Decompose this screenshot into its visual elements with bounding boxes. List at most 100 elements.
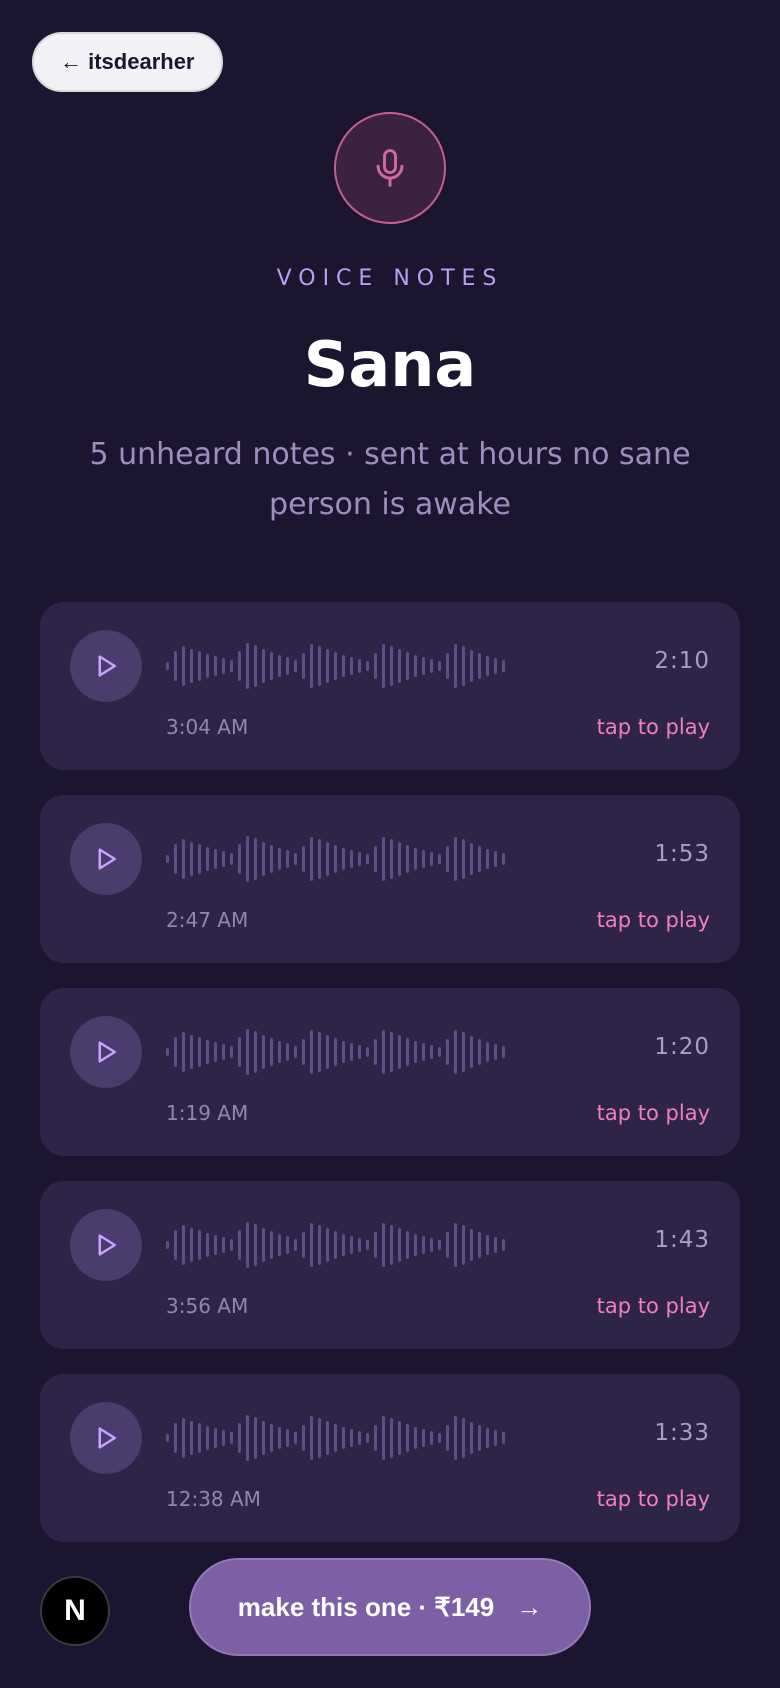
waveform-bar bbox=[246, 836, 249, 882]
waveform-bar bbox=[350, 1043, 353, 1061]
waveform-bar bbox=[502, 853, 505, 865]
waveform-bar bbox=[262, 842, 265, 876]
waveform-bar bbox=[390, 1418, 393, 1458]
waveform-bar bbox=[222, 1430, 225, 1446]
waveform-bar bbox=[190, 1421, 193, 1455]
waveform-bar bbox=[230, 1239, 233, 1251]
note-timestamp: 3:04 AM bbox=[166, 715, 249, 739]
back-button[interactable]: ← itsdearher bbox=[32, 32, 223, 92]
voice-note-card[interactable]: 1:53 2:47 AM tap to play bbox=[40, 795, 740, 963]
play-icon bbox=[98, 1041, 116, 1063]
waveform-bar bbox=[214, 1428, 217, 1448]
waveform-bar bbox=[446, 653, 449, 679]
waveform-bar bbox=[358, 852, 361, 866]
waveform-bar bbox=[278, 1427, 281, 1449]
waveform-bar bbox=[174, 1423, 177, 1453]
waveform-bar bbox=[182, 1418, 185, 1458]
waveform-bar bbox=[310, 644, 313, 688]
waveform-bar bbox=[222, 1044, 225, 1060]
section-kicker: VOICE NOTES bbox=[276, 266, 504, 291]
tap-to-play-link[interactable]: tap to play bbox=[597, 908, 710, 932]
waveform-bar bbox=[198, 1037, 201, 1067]
waveform-bar bbox=[198, 844, 201, 874]
play-button[interactable] bbox=[70, 1209, 142, 1281]
voice-note-card[interactable]: 2:10 3:04 AM tap to play bbox=[40, 602, 740, 770]
waveform-bar bbox=[374, 1425, 377, 1451]
waveform-bar bbox=[462, 1418, 465, 1458]
waveform-bar bbox=[406, 1231, 409, 1259]
waveform-bar bbox=[238, 651, 241, 681]
waveform-bar bbox=[366, 854, 369, 864]
purchase-button[interactable]: make this one · ₹149 → bbox=[189, 1558, 591, 1656]
waveform-bar bbox=[206, 1040, 209, 1064]
waveform-bar bbox=[286, 1429, 289, 1447]
microphone-badge bbox=[334, 112, 446, 224]
waveform-bar bbox=[230, 853, 233, 865]
waveform-bar bbox=[166, 1434, 169, 1442]
waveform-bar bbox=[414, 655, 417, 677]
waveform-bar bbox=[502, 1239, 505, 1251]
waveform-bar bbox=[262, 649, 265, 683]
waveform-bar bbox=[246, 1029, 249, 1075]
waveform-bar bbox=[246, 1415, 249, 1461]
waveform-bar bbox=[294, 853, 297, 865]
waveform-bar bbox=[462, 1225, 465, 1265]
waveform-bar bbox=[326, 1228, 329, 1262]
waveform-bar bbox=[334, 845, 337, 873]
voice-note-card[interactable]: 1:20 1:19 AM tap to play bbox=[40, 988, 740, 1156]
voice-note-card[interactable]: 1:43 3:56 AM tap to play bbox=[40, 1181, 740, 1349]
waveform-bar bbox=[390, 1032, 393, 1072]
play-button[interactable] bbox=[70, 1016, 142, 1088]
waveform-bar bbox=[214, 1235, 217, 1255]
waveform-bar bbox=[270, 1231, 273, 1259]
waveform-bar bbox=[326, 649, 329, 683]
waveform-bar bbox=[294, 1046, 297, 1058]
waveform-bar bbox=[390, 646, 393, 686]
waveform-bar bbox=[206, 654, 209, 678]
framework-badge[interactable]: N bbox=[40, 1576, 110, 1646]
waveform-bar bbox=[278, 655, 281, 677]
waveform-bar bbox=[382, 644, 385, 688]
tap-to-play-link[interactable]: tap to play bbox=[597, 715, 710, 739]
waveform-bar bbox=[182, 1032, 185, 1072]
waveform-bar bbox=[406, 652, 409, 680]
play-button[interactable] bbox=[70, 630, 142, 702]
waveform-bar bbox=[238, 1423, 241, 1453]
waveform-bar bbox=[342, 655, 345, 677]
waveform-bar bbox=[190, 1228, 193, 1262]
purchase-button-label: make this one · ₹149 bbox=[237, 1591, 495, 1622]
waveform-bar bbox=[470, 1229, 473, 1261]
waveform-bar bbox=[454, 644, 457, 688]
waveform-bar bbox=[238, 1230, 241, 1260]
waveform-bar bbox=[398, 649, 401, 683]
waveform-bar bbox=[198, 1423, 201, 1453]
tap-to-play-link[interactable]: tap to play bbox=[597, 1294, 710, 1318]
voice-note-card[interactable]: 1:33 12:38 AM tap to play bbox=[40, 1374, 740, 1542]
waveform-bar bbox=[486, 1235, 489, 1255]
waveform bbox=[166, 833, 505, 885]
waveform-bar bbox=[174, 1230, 177, 1260]
tap-to-play-link[interactable]: tap to play bbox=[597, 1487, 710, 1511]
play-button[interactable] bbox=[70, 823, 142, 895]
waveform-bar bbox=[366, 1433, 369, 1443]
waveform-bar bbox=[374, 846, 377, 872]
waveform-bar bbox=[414, 1234, 417, 1256]
waveform-bar bbox=[390, 839, 393, 879]
waveform-bar bbox=[422, 1236, 425, 1254]
waveform-bar bbox=[318, 646, 321, 686]
waveform-bar bbox=[318, 1032, 321, 1072]
waveform-bar bbox=[374, 653, 377, 679]
tap-to-play-link[interactable]: tap to play bbox=[597, 1101, 710, 1125]
waveform-bar bbox=[246, 1222, 249, 1268]
waveform-bar bbox=[334, 1231, 337, 1259]
waveform-bar bbox=[326, 1421, 329, 1455]
waveform-bar bbox=[446, 1232, 449, 1258]
waveform-bar bbox=[214, 849, 217, 869]
waveform-bar bbox=[310, 1416, 313, 1460]
waveform-bar bbox=[310, 1030, 313, 1074]
waveform-bar bbox=[374, 1232, 377, 1258]
waveform-bar bbox=[214, 1042, 217, 1062]
waveform-bar bbox=[446, 846, 449, 872]
waveform-bar bbox=[462, 839, 465, 879]
play-button[interactable] bbox=[70, 1402, 142, 1474]
